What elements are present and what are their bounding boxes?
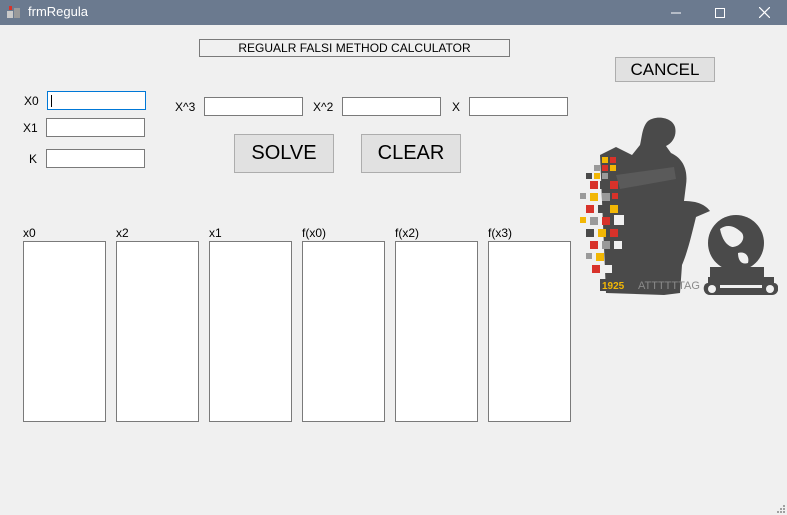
logo-dna-text: ATTTTTTAG: [638, 280, 700, 292]
fx3-results-list[interactable]: [488, 241, 571, 422]
k-input[interactable]: [46, 149, 145, 168]
cancel-button-label: CANCEL: [630, 59, 700, 79]
fx2-results-list[interactable]: [395, 241, 478, 422]
fx0-results-list[interactable]: [302, 241, 385, 422]
column-label-x2: x2: [116, 226, 129, 240]
text-caret: [51, 95, 52, 107]
x-coef-input[interactable]: [469, 97, 568, 116]
column-label-x0: x0: [23, 226, 36, 240]
x2-coef-input[interactable]: [342, 97, 441, 116]
logo-year: 1925: [602, 281, 625, 292]
window-title: frmRegula: [28, 4, 88, 19]
x1-input[interactable]: [46, 118, 145, 137]
column-label-fx3: f(x3): [488, 226, 512, 240]
x0-input[interactable]: [47, 91, 146, 110]
column-label-fx0: f(x0): [302, 226, 326, 240]
university-logo: 1925 ATTTTTTAG: [580, 117, 778, 295]
close-button[interactable]: [741, 0, 787, 25]
x3-coef-input[interactable]: [204, 97, 303, 116]
cancel-button[interactable]: CANCEL: [615, 57, 715, 82]
column-label-fx2: f(x2): [395, 226, 419, 240]
x2-results-list[interactable]: [116, 241, 199, 422]
maximize-button[interactable]: [697, 0, 743, 25]
x0-results-list[interactable]: [23, 241, 106, 422]
x1-results-list[interactable]: [209, 241, 292, 422]
title-bar: frmRegula: [0, 0, 787, 25]
solve-button-label: SOLVE: [251, 142, 317, 164]
maximize-icon: [715, 7, 725, 18]
solve-button[interactable]: SOLVE: [234, 134, 334, 173]
calculator-heading: REGUALR FALSI METHOD CALCULATOR: [199, 39, 510, 57]
close-icon: [758, 7, 770, 18]
clear-button[interactable]: CLEAR: [361, 134, 461, 173]
x0-label: X0: [24, 94, 39, 108]
x2-coef-label: X^2: [313, 100, 334, 114]
column-label-x1: x1: [209, 226, 222, 240]
x1-label: X1: [23, 121, 38, 135]
minimize-icon: [671, 12, 681, 13]
k-label: K: [29, 152, 38, 166]
resize-grip-icon[interactable]: [777, 505, 785, 513]
x3-coef-label: X^3: [175, 100, 196, 114]
clear-button-label: CLEAR: [377, 142, 445, 164]
minimize-button[interactable]: [653, 0, 699, 25]
app-icon: [7, 6, 20, 18]
x-coef-label: X: [452, 100, 461, 114]
